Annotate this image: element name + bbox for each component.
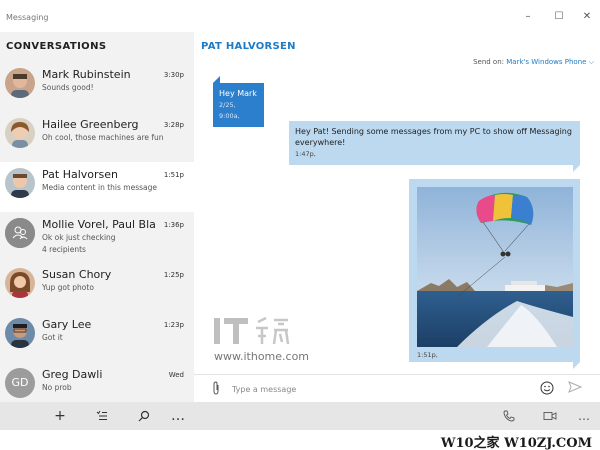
new-message-icon[interactable]: + <box>50 406 70 426</box>
conversation-preview: No prob <box>42 383 72 392</box>
conversation-preview: Media content in this message <box>42 183 158 192</box>
close-icon[interactable]: ✕ <box>580 10 594 24</box>
avatar <box>5 168 35 198</box>
conversation-preview: Yup got photo <box>42 283 94 292</box>
bubble-tail <box>573 165 580 172</box>
conversation-preview: Oh cool, those machines are fun <box>42 133 164 142</box>
send-icon[interactable] <box>568 380 583 397</box>
avatar <box>5 68 35 98</box>
emoji-icon[interactable] <box>540 380 554 395</box>
conversation-item[interactable]: Mark Rubinstein 3:30p Sounds good! <box>0 62 194 112</box>
recipient-count: 4 recipients <box>42 245 86 254</box>
avatar <box>5 318 35 348</box>
footer-strip: W10之家 W10ZJ.COM <box>0 430 600 450</box>
contact-name: PAT HALVORSEN <box>201 41 296 52</box>
more-icon[interactable]: … <box>168 406 188 426</box>
phone-icon[interactable] <box>499 406 519 426</box>
watermark-footer: W10之家 W10ZJ.COM <box>440 436 592 450</box>
conversations-toolbar: + … <box>0 402 194 430</box>
send-on-device: Mark's Windows Phone <box>506 58 587 66</box>
conversation-preview: Sounds good! <box>42 83 94 92</box>
avatar <box>5 118 35 148</box>
conversation-list: Mark Rubinstein 3:30p Sounds good! Haile… <box>0 62 194 412</box>
message-time: 1:47p, <box>295 150 316 158</box>
message-time: 2/25, 9:00a, <box>219 101 240 120</box>
title-bar: Messaging – ☐ ✕ <box>0 0 600 32</box>
message-bubble-outgoing[interactable]: Hey Pat! Sending some messages from my P… <box>289 121 580 165</box>
message-image[interactable] <box>417 187 573 347</box>
maximize-icon[interactable]: ☐ <box>552 10 566 24</box>
bubble-tail <box>213 76 220 83</box>
bubble-tail <box>573 362 580 369</box>
conversation-time: 3:30p <box>163 71 184 79</box>
conversation-time: 1:36p <box>163 221 184 229</box>
conversations-pane: CONVERSATIONS Mark Rubinstein 3:30p Soun… <box>0 32 194 402</box>
group-icon <box>5 218 35 248</box>
chevron-down-icon: ⌵ <box>588 58 594 66</box>
conversation-preview: Got it <box>42 333 63 342</box>
conversation-name: Hailee Greenberg <box>42 118 139 131</box>
chat-toolbar: … <box>194 402 600 430</box>
video-icon[interactable] <box>540 406 560 426</box>
compose-bar <box>194 374 600 402</box>
search-icon[interactable] <box>134 406 154 426</box>
conversation-item[interactable]: Gary Lee 1:23p Got it <box>0 312 194 362</box>
conversation-name: Pat Halvorsen <box>42 168 118 181</box>
conversation-name: Mollie Vorel, Paul Bla <box>42 218 156 231</box>
message-bubble-image[interactable]: 1:51p, <box>409 179 580 362</box>
watermark-url: www.ithome.com <box>214 350 310 363</box>
conversation-time: 1:51p <box>163 171 184 179</box>
minimize-icon[interactable]: – <box>521 10 535 24</box>
send-on-selector[interactable]: Send on: Mark's Windows Phone ⌵ <box>473 58 594 67</box>
conversation-name: Gary Lee <box>42 318 92 331</box>
more-icon[interactable]: … <box>574 406 594 426</box>
avatar: GD <box>5 368 35 398</box>
conversation-time: Wed <box>168 371 184 379</box>
send-on-label: Send on: <box>473 58 504 66</box>
conversation-name: Greg Dawli <box>42 368 103 381</box>
conversation-time: 1:23p <box>163 321 184 329</box>
conversation-item[interactable]: Hailee Greenberg 3:28p Oh cool, those ma… <box>0 112 194 162</box>
message-text: Hey Mark <box>219 89 257 98</box>
attachment-icon[interactable] <box>212 381 220 398</box>
message-time: 1:51p, <box>417 351 438 359</box>
avatar <box>5 268 35 298</box>
message-bubble-incoming[interactable]: Hey Mark 2/25, 9:00a, <box>213 83 264 127</box>
message-text: Hey Pat! Sending some messages from my P… <box>295 127 572 147</box>
conversation-item-selected[interactable]: Pat Halvorsen 1:51p Media content in thi… <box>0 162 194 212</box>
conversation-time: 3:28p <box>163 121 184 129</box>
select-icon[interactable] <box>92 406 112 426</box>
conversation-name: Susan Chory <box>42 268 112 281</box>
ithome-logo <box>212 314 292 350</box>
conversation-name: Mark Rubinstein <box>42 68 131 81</box>
conversation-item[interactable]: Mollie Vorel, Paul Bla 1:36p Ok ok just … <box>0 212 194 262</box>
conversations-header: CONVERSATIONS <box>6 41 107 52</box>
conversation-preview: Ok ok just checking <box>42 233 116 242</box>
app-title: Messaging <box>6 13 49 22</box>
message-input[interactable] <box>232 381 522 397</box>
conversation-item[interactable]: Susan Chory 1:25p Yup got photo <box>0 262 194 312</box>
conversation-time: 1:25p <box>163 271 184 279</box>
